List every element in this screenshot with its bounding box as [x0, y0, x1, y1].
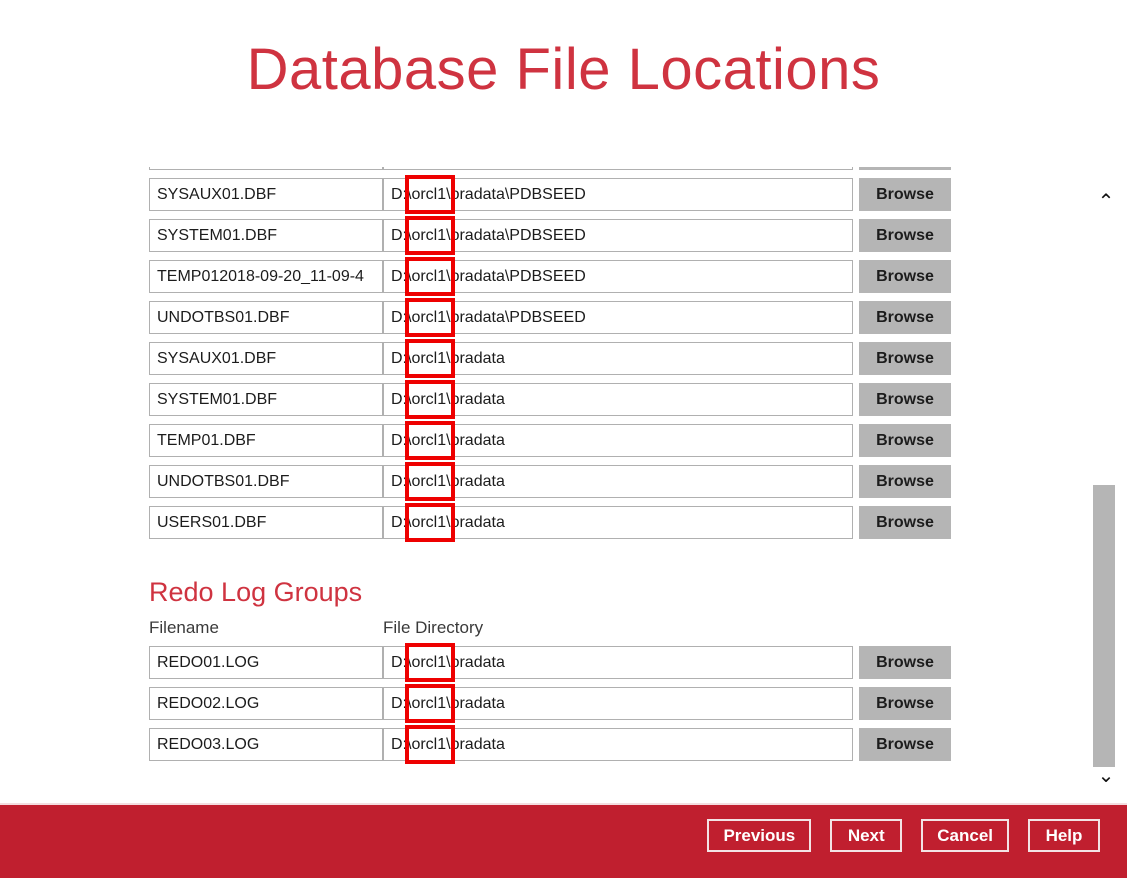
file-directory-input[interactable]: D:\orcl1\oradata [383, 687, 853, 720]
table-row: SYSAUX01.DBFD:\orcl1\oradataBrowse [149, 342, 959, 383]
column-header-file-directory: File Directory [383, 618, 483, 638]
table-row: SYSAUX01.DBFD:\orcl1\oradata\PDBSEEDBrow… [149, 178, 959, 219]
redo-column-headers: Filename File Directory [149, 618, 1085, 646]
browse-button[interactable]: Browse [859, 219, 951, 252]
scrollbar-thumb[interactable] [1093, 485, 1115, 767]
browse-button[interactable]: Browse [859, 646, 951, 679]
filename-input[interactable]: SYSAUX01.DBF [149, 178, 383, 211]
browse-button[interactable]: Browse [859, 342, 951, 375]
table-row: REDO02.LOGD:\orcl1\oradataBrowse [149, 687, 959, 728]
file-directory-input[interactable]: D:\orcl1\oradata [383, 465, 853, 498]
cancel-button[interactable]: Cancel [921, 819, 1009, 852]
file-directory-input[interactable]: D:\orcl1\oradata [383, 342, 853, 375]
filename-input[interactable]: TEMP01.DBF [149, 424, 383, 457]
previous-button[interactable]: Previous [707, 819, 811, 852]
browse-button[interactable]: Browse [859, 301, 951, 334]
filename-input[interactable]: SYSAUX01.DBF [149, 342, 383, 375]
table-row: SYSTEM01.DBFD:\orcl1\oradataBrowse [149, 383, 959, 424]
file-directory-input[interactable]: D:\orcl1\oradata [383, 506, 853, 539]
table-row: TEMP01.DBFD:\orcl1\oradataBrowse [149, 424, 959, 465]
redo-log-groups-heading: Redo Log Groups [149, 577, 1085, 608]
filename-input[interactable]: REDO03.LOG [149, 728, 383, 761]
file-directory-input[interactable]: D:\orcl1\oradata [383, 424, 853, 457]
help-button[interactable]: Help [1028, 819, 1100, 852]
file-directory-input[interactable]: D:\orcl1\oradata [383, 383, 853, 416]
browse-button[interactable]: Browse [859, 383, 951, 416]
filename-input[interactable]: REDO02.LOG [149, 687, 383, 720]
browse-button[interactable]: Browse [859, 260, 951, 293]
file-locations-scroll-region[interactable]: BrowseSYSAUX01.DBFD:\orcl1\oradata\PDBSE… [0, 167, 1085, 799]
file-directory-input[interactable] [383, 167, 853, 170]
file-directory-input[interactable]: D:\orcl1\oradata\PDBSEED [383, 178, 853, 211]
file-directory-input[interactable]: D:\orcl1\oradata\PDBSEED [383, 260, 853, 293]
file-directory-input[interactable]: D:\orcl1\oradata\PDBSEED [383, 301, 853, 334]
table-row: UNDOTBS01.DBFD:\orcl1\oradata\PDBSEEDBro… [149, 301, 959, 342]
redo-log-table: REDO01.LOGD:\orcl1\oradataBrowseREDO02.L… [0, 646, 1085, 769]
filename-input[interactable]: TEMP012018-09-20_11-09-4 [149, 260, 383, 293]
table-row: SYSTEM01.DBFD:\orcl1\oradata\PDBSEEDBrow… [149, 219, 959, 260]
browse-button[interactable]: Browse [859, 728, 951, 761]
browse-button[interactable]: Browse [859, 687, 951, 720]
table-row: Browse [149, 167, 959, 178]
table-row: USERS01.DBFD:\orcl1\oradataBrowse [149, 506, 959, 547]
vertical-scrollbar[interactable]: ⌃ ⌄ [1085, 167, 1127, 799]
browse-button[interactable]: Browse [859, 178, 951, 211]
table-row: UNDOTBS01.DBFD:\orcl1\oradataBrowse [149, 465, 959, 506]
browse-button[interactable]: Browse [859, 465, 951, 498]
column-header-filename: Filename [149, 618, 219, 638]
filename-input[interactable]: SYSTEM01.DBF [149, 383, 383, 416]
browse-button[interactable]: Browse [859, 424, 951, 457]
wizard-footer-bar: Previous Next Cancel Help [0, 803, 1127, 878]
file-directory-input[interactable]: D:\orcl1\oradata [383, 646, 853, 679]
file-directory-input[interactable]: D:\orcl1\oradata\PDBSEED [383, 219, 853, 252]
table-row: REDO01.LOGD:\orcl1\oradataBrowse [149, 646, 959, 687]
filename-input[interactable]: SYSTEM01.DBF [149, 219, 383, 252]
filename-input[interactable]: UNDOTBS01.DBF [149, 465, 383, 498]
wizard-navigation-buttons: Previous Next Cancel Help [707, 819, 1100, 852]
filename-input[interactable]: REDO01.LOG [149, 646, 383, 679]
filename-input[interactable]: USERS01.DBF [149, 506, 383, 539]
chevron-up-icon[interactable]: ⌃ [1085, 189, 1127, 215]
browse-button[interactable]: Browse [859, 506, 951, 539]
file-locations-content: BrowseSYSAUX01.DBFD:\orcl1\oradata\PDBSE… [0, 167, 1085, 769]
filename-input[interactable] [149, 167, 383, 170]
table-row: TEMP012018-09-20_11-09-4D:\orcl1\oradata… [149, 260, 959, 301]
chevron-down-icon[interactable]: ⌄ [1085, 763, 1127, 789]
filename-input[interactable]: UNDOTBS01.DBF [149, 301, 383, 334]
file-directory-input[interactable]: D:\orcl1\oradata [383, 728, 853, 761]
page-title: Database File Locations [0, 38, 1127, 102]
datafiles-table: BrowseSYSAUX01.DBFD:\orcl1\oradata\PDBSE… [0, 167, 1085, 547]
table-row: REDO03.LOGD:\orcl1\oradataBrowse [149, 728, 959, 769]
browse-button[interactable]: Browse [859, 167, 951, 170]
next-button[interactable]: Next [830, 819, 902, 852]
